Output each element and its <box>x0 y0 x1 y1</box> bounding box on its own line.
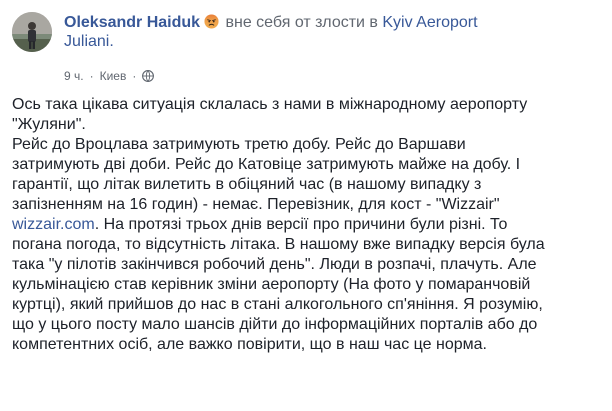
post-line-text: . На протязі трьох днів версії про причи… <box>94 216 508 233</box>
avatar[interactable] <box>12 12 52 52</box>
post-line: компетентних осіб, але важко повірити, щ… <box>12 336 487 353</box>
post-line: Рейс до Вроцлава затримують третю добу. … <box>12 136 466 153</box>
post-line: затримують дві доби. Рейс до Катовіце за… <box>12 156 521 173</box>
meta-separator: · <box>132 69 137 83</box>
post-line: запізненням на 16 годин) - немає. Переві… <box>12 196 500 213</box>
place-name-part1: Kyiv Aeroport <box>382 14 478 31</box>
post-timestamp[interactable]: 9 ч. <box>64 68 84 84</box>
post-line: погана погода, то відсутність літака. В … <box>12 236 545 253</box>
post-header: Oleksandr Haiduk вне себя от злости в Ky… <box>12 12 602 88</box>
post-line: "Жуляни". <box>12 116 86 133</box>
post-line: кульмінацією став керівник зміни аеропор… <box>12 276 531 293</box>
globe-icon[interactable] <box>142 70 155 82</box>
post-line: така "у пілотів закінчився робочий день"… <box>12 256 537 273</box>
place-name-part2: Juliani. <box>64 33 114 50</box>
meta-separator: · <box>89 69 94 83</box>
angry-face-icon <box>204 14 219 29</box>
post-line: куртці), який прийшов до нас в стані алк… <box>12 296 543 313</box>
avatar-photo <box>12 12 52 52</box>
post-line: Ось така цікава ситуація склалась з нами… <box>12 96 528 113</box>
wizzair-link[interactable]: wizzair.com <box>12 216 95 233</box>
post-line: що у цього посту мало шансів дійти до ін… <box>12 316 538 333</box>
post-line: гарантії, що літак вилетить в обіцяний ч… <box>12 176 482 193</box>
author-name[interactable]: Oleksandr Haiduk <box>64 14 200 31</box>
post-location[interactable]: Киев <box>100 68 127 84</box>
post-body: Ось така цікава ситуація склалась з нами… <box>12 95 606 355</box>
feeling-text: вне себя от злости в <box>225 14 378 31</box>
post-meta: 9 ч. · Киев · <box>64 68 155 84</box>
post-line-with-link: wizzair.com. На протязі трьох днів версі… <box>12 215 606 235</box>
post-header-text: Oleksandr Haiduk вне себя от злости в Ky… <box>64 13 602 51</box>
